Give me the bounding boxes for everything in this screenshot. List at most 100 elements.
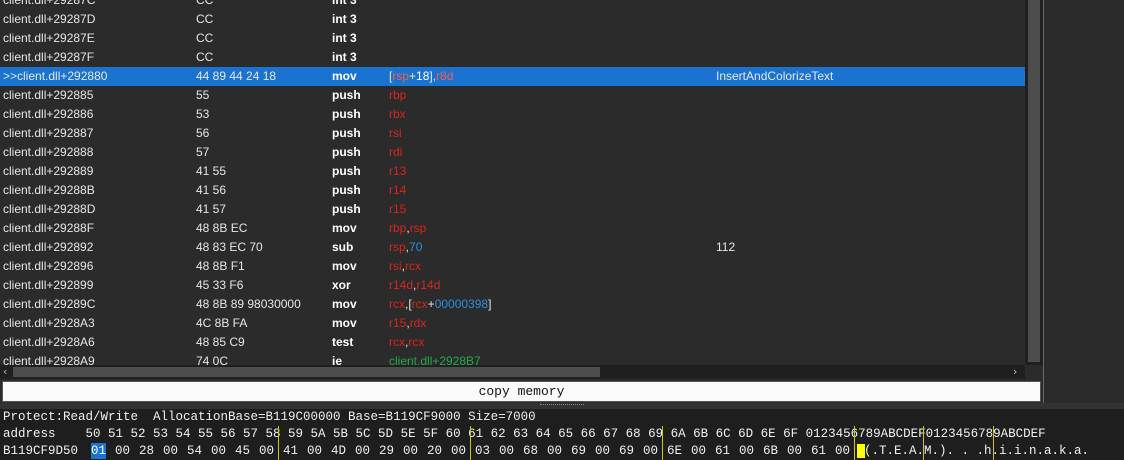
operand-token: ] bbox=[488, 297, 492, 311]
disasm-row[interactable]: client.dll+292885 55 push rbp bbox=[0, 86, 1025, 105]
row-operands: rbx bbox=[389, 105, 406, 124]
memory-byte[interactable]: 20 bbox=[427, 443, 442, 459]
operand-token: 70 bbox=[409, 240, 423, 254]
memory-byte[interactable]: 69 bbox=[571, 443, 586, 459]
memory-row-address: B119CF9D50 bbox=[3, 444, 79, 458]
operand-token: + bbox=[409, 69, 417, 83]
copy-memory-button[interactable]: copy memory bbox=[2, 381, 1041, 402]
memory-byte[interactable]: 69 bbox=[619, 443, 634, 459]
disasm-row[interactable]: client.dll+29287F CC int 3 bbox=[0, 48, 1025, 67]
memory-byte[interactable]: 00 bbox=[259, 443, 274, 459]
disasm-row[interactable]: client.dll+29288D 41 57 push r15 bbox=[0, 200, 1025, 219]
disasm-row[interactable]: client.dll+29287D CC int 3 bbox=[0, 10, 1025, 29]
operand-token: 00000398 bbox=[434, 297, 489, 311]
disasm-row[interactable]: client.dll+292887 56 push rsi bbox=[0, 124, 1025, 143]
memory-byte[interactable]: 00 bbox=[403, 443, 418, 459]
row-operands: rcx,[rcx+00000398] bbox=[389, 295, 491, 314]
memory-byte[interactable]: 00 bbox=[787, 443, 802, 459]
row-mnemonic: push bbox=[332, 202, 361, 216]
memory-byte[interactable]: 61 bbox=[715, 443, 730, 459]
memory-byte[interactable]: 61 bbox=[811, 443, 826, 459]
row-mnemonic: push bbox=[332, 164, 361, 178]
row-bytes: 48 8B EC bbox=[196, 221, 248, 235]
memory-byte[interactable]: 00 bbox=[451, 443, 466, 459]
column-separator bbox=[662, 426, 663, 460]
disasm-row[interactable]: client.dll+292889 41 55 push r13 bbox=[0, 162, 1025, 181]
memory-byte[interactable]: 00 bbox=[499, 443, 514, 459]
memory-byte[interactable]: 00 bbox=[739, 443, 754, 459]
memory-byte[interactable]: 00 bbox=[307, 443, 322, 459]
arrow-right-icon[interactable]: › bbox=[1013, 366, 1017, 378]
row-address: >>client.dll+292880 bbox=[3, 69, 108, 83]
operand-token: r13 bbox=[389, 164, 407, 178]
row-operands: [rsp+18],r8d bbox=[389, 67, 453, 86]
disasm-row[interactable]: client.dll+29289C 48 8B 89 98030000 mov rcx… bbox=[0, 295, 1025, 314]
operand-token: rsp bbox=[392, 69, 410, 83]
memory-byte[interactable]: 6B bbox=[763, 443, 778, 459]
row-bytes: 41 55 bbox=[196, 164, 227, 178]
row-operands: rsi bbox=[389, 124, 402, 143]
memory-byte[interactable]: 29 bbox=[379, 443, 394, 459]
memory-byte[interactable]: 4D bbox=[331, 443, 346, 459]
memory-byte[interactable]: 00 bbox=[547, 443, 562, 459]
memory-byte[interactable]: 41 bbox=[283, 443, 298, 459]
row-bytes: 48 8B 89 98030000 bbox=[196, 297, 301, 311]
disasm-row[interactable]: client.dll+2928A3 4C 8B FA mov r15,rdx bbox=[0, 314, 1025, 333]
memory-byte[interactable]: 68 bbox=[523, 443, 538, 459]
operand-token: r14d bbox=[389, 278, 414, 292]
memory-byte[interactable]: 00 bbox=[691, 443, 706, 459]
memory-byte[interactable]: 00 bbox=[835, 443, 850, 459]
splitter-grip[interactable] bbox=[540, 404, 584, 407]
operand-token: client.dll+2928B7 bbox=[389, 354, 481, 365]
operand-token: r8d bbox=[436, 69, 454, 83]
disasm-row[interactable]: client.dll+2928A9 74 0C je client.dll+2928B… bbox=[0, 352, 1025, 365]
memory-byte[interactable]: 45 bbox=[235, 443, 250, 459]
row-mnemonic: int 3 bbox=[332, 31, 357, 45]
disasm-row[interactable]: client.dll+29288F 48 8B EC mov rbp,rsp bbox=[0, 219, 1025, 238]
memory-byte[interactable]: 28 bbox=[139, 443, 154, 459]
memory-byte[interactable]: 00 bbox=[355, 443, 370, 459]
horizontal-scrollbar-thumb[interactable] bbox=[13, 367, 600, 377]
disasm-row[interactable]: client.dll+292896 48 8B F1 mov rsi,rcx bbox=[0, 257, 1025, 276]
row-bytes: 74 0C bbox=[196, 354, 229, 365]
disasm-row[interactable]: client.dll+29288B 41 56 push r14 bbox=[0, 181, 1025, 200]
memory-byte[interactable]: 00 bbox=[595, 443, 610, 459]
row-operands: rsp,70 bbox=[389, 238, 422, 257]
memory-byte[interactable]: 00 bbox=[115, 443, 130, 459]
row-mnemonic: int 3 bbox=[332, 12, 357, 26]
row-mnemonic: je bbox=[332, 354, 343, 365]
disasm-row-selected[interactable]: >>client.dll+292880 44 89 44 24 18 mov [rsp… bbox=[0, 67, 1025, 86]
row-address: client.dll+29287E bbox=[3, 31, 95, 45]
disasm-row[interactable]: client.dll+292892 48 83 EC 70 sub rsp,70 112 bbox=[0, 238, 1025, 257]
disasm-row[interactable]: client.dll+2928A6 48 85 C9 test rcx,rcx bbox=[0, 333, 1025, 352]
row-operands: rdi bbox=[389, 143, 402, 162]
memory-byte[interactable]: 54 bbox=[187, 443, 202, 459]
row-address: client.dll+2928A6 bbox=[3, 335, 95, 349]
disasm-row[interactable]: client.dll+292888 57 push rdi bbox=[0, 143, 1025, 162]
operand-token: r14 bbox=[389, 183, 407, 197]
row-operands: rsi,rcx bbox=[389, 257, 421, 276]
disassembly-view[interactable]: client.dll+29287C CC int 3 client.dll+29287… bbox=[0, 0, 1025, 365]
memory-byte[interactable]: 00 bbox=[211, 443, 226, 459]
memory-byte[interactable]: 6E bbox=[667, 443, 682, 459]
disasm-row[interactable]: client.dll+292886 53 push rbx bbox=[0, 105, 1025, 124]
vertical-scrollbar-thumb[interactable] bbox=[1028, 0, 1040, 362]
row-mnemonic: push bbox=[332, 145, 361, 159]
operand-token: rbx bbox=[389, 107, 406, 121]
disasm-row[interactable]: client.dll+29287E CC int 3 bbox=[0, 29, 1025, 48]
arrow-left-icon[interactable]: ‹ bbox=[3, 366, 7, 378]
row-address: client.dll+292885 bbox=[3, 88, 94, 102]
row-operands: r15 bbox=[389, 200, 406, 219]
row-operands: client.dll+2928B7 bbox=[389, 352, 481, 365]
row-address: client.dll+29288D bbox=[3, 202, 96, 216]
row-bytes: 44 89 44 24 18 bbox=[196, 69, 277, 83]
memory-byte[interactable]: 00 bbox=[643, 443, 658, 459]
memory-byte[interactable]: 00 bbox=[163, 443, 178, 459]
disasm-row[interactable]: client.dll+29287C CC int 3 bbox=[0, 0, 1025, 10]
row-bytes: 57 bbox=[196, 145, 210, 159]
memory-byte[interactable]: 03 bbox=[475, 443, 490, 459]
memory-byte-selected[interactable]: 01 bbox=[91, 443, 107, 459]
row-bytes: 48 83 EC 70 bbox=[196, 240, 263, 254]
operand-token: ,[ bbox=[405, 297, 412, 311]
disasm-row[interactable]: client.dll+292899 45 33 F6 xor r14d,r14d bbox=[0, 276, 1025, 295]
